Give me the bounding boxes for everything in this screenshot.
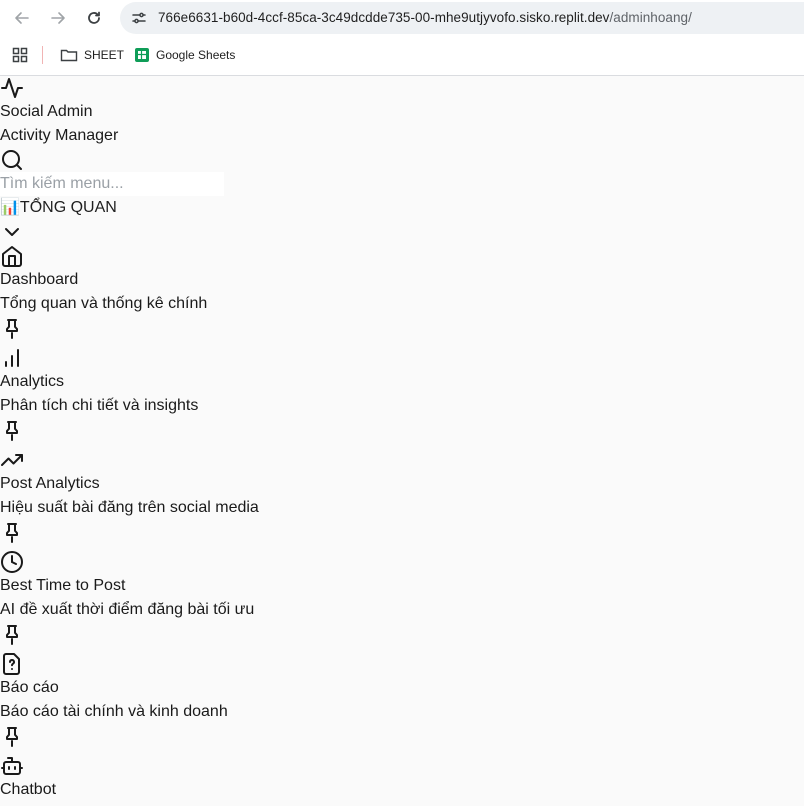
- trending-up-icon: [1, 454, 23, 466]
- url-text: 766e6631-b60d-4ccf-85ca-3c49dcdde735-00-…: [158, 10, 692, 25]
- reload-icon: [88, 11, 100, 24]
- search-icon: [2, 150, 22, 170]
- pin-icon[interactable]: [0, 622, 24, 646]
- bookmark-sheet[interactable]: SHEET: [60, 47, 124, 63]
- bookmark-google-sheets[interactable]: Google Sheets: [134, 47, 235, 63]
- browser-toolbar: 766e6631-b60d-4ccf-85ca-3c49dcdde735-00-…: [0, 0, 804, 36]
- chart-emoji-icon: 📊: [0, 199, 20, 216]
- bar-chart-icon: [5, 349, 19, 367]
- site-settings-icon[interactable]: [130, 9, 148, 32]
- brand-title: Social Admin: [0, 103, 93, 120]
- forward-button[interactable]: [48, 8, 68, 28]
- bot-icon: [1, 757, 23, 775]
- activity-icon: [1, 78, 23, 98]
- address-bar[interactable]: 766e6631-b60d-4ccf-85ca-3c49dcdde735-00-…: [120, 2, 804, 34]
- menu-item-title: Báo cáo: [0, 679, 59, 696]
- brand-subtitle: Activity Manager: [0, 127, 119, 144]
- pin-icon[interactable]: [0, 316, 24, 340]
- bookmark-label: SHEET: [84, 48, 125, 62]
- pin-icon[interactable]: [0, 520, 24, 544]
- menu-item-desc: AI đề xuất thời điểm đăng bài tối ưu: [0, 601, 255, 618]
- bookmarks-divider: [42, 46, 43, 64]
- back-button[interactable]: [12, 8, 32, 28]
- section-overview[interactable]: 📊 TỔNG QUAN: [0, 196, 117, 220]
- pin-icon[interactable]: [0, 724, 24, 748]
- bookmark-label: Google Sheets: [156, 48, 236, 62]
- home-icon: [2, 246, 22, 267]
- folder-icon: [60, 49, 78, 62]
- menu-item-title: Analytics: [0, 373, 65, 390]
- menu-item-title: Chatbot: [0, 781, 57, 798]
- section-label: TỔNG QUAN: [19, 199, 117, 216]
- arrow-right-icon: [51, 12, 65, 24]
- menu-item-title: Best Time to Post: [0, 577, 126, 594]
- apps-grid-icon: [12, 47, 28, 63]
- arrow-left-icon: [15, 12, 29, 24]
- menu-item-desc: Hiệu suất bài đăng trên social media: [0, 499, 259, 516]
- clock-icon: [1, 551, 23, 573]
- url-host: 766e6631-b60d-4ccf-85ca-3c49dcdde735-00-…: [158, 10, 610, 25]
- menu-item-title: Dashboard: [0, 271, 79, 288]
- menu-item-desc: Tổng quan và thống kê chính: [0, 295, 208, 312]
- google-sheets-icon: [135, 48, 149, 62]
- menu-item-desc: Phân tích chi tiết và insights: [0, 397, 199, 414]
- file-question-icon: [3, 653, 20, 675]
- url-path: /adminhoang/: [609, 10, 692, 25]
- chevron-down-icon[interactable]: [0, 220, 24, 244]
- menu-item-title: Post Analytics: [0, 475, 100, 492]
- apps-button[interactable]: [12, 47, 34, 63]
- bookmarks-bar: SHEET Google Sheets: [0, 36, 804, 76]
- menu-item-desc: Báo cáo tài chính và kinh doanh: [0, 703, 228, 720]
- search-input[interactable]: [0, 172, 224, 196]
- pin-icon[interactable]: [0, 418, 24, 442]
- reload-button[interactable]: [84, 8, 104, 28]
